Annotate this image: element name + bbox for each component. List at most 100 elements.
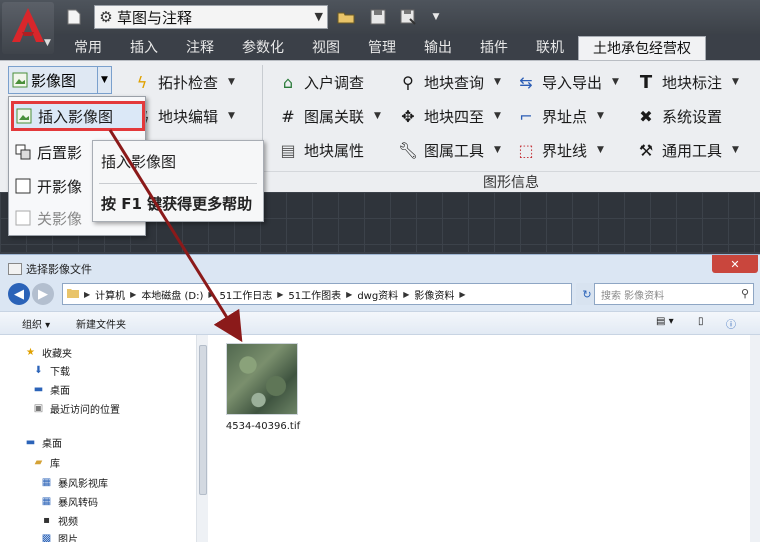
crumb[interactable]: 影像资料 <box>414 287 454 302</box>
search-input[interactable]: 搜索 影像资料 ⚲ <box>594 283 754 305</box>
desktop-icon: ▬ <box>33 384 44 395</box>
library-icon: ▰ <box>34 457 43 468</box>
nav-label: 下载 <box>50 367 70 378</box>
tab-annotate[interactable]: 注释 <box>172 36 228 60</box>
view-options-icon[interactable]: ▤ ▾ <box>656 316 674 327</box>
boundary-point-label: 界址点 <box>542 107 588 126</box>
menu-item-send-back[interactable]: 后置影 <box>13 137 82 167</box>
open-icon[interactable] <box>336 7 356 27</box>
parcel-query-button[interactable]: ⚲ 地块查询 ▼ <box>398 69 501 95</box>
nav-recent[interactable]: ▣ 最近访问的位置 <box>32 401 120 416</box>
saveas-icon[interactable] <box>398 7 418 27</box>
chevron-down-icon: ▼ <box>732 145 739 155</box>
common-tools-button[interactable]: ⚒ 通用工具 ▼ <box>636 137 739 163</box>
insert-image-icon <box>14 106 34 126</box>
window-icon <box>8 263 22 275</box>
tab-home[interactable]: 常用 <box>60 36 116 60</box>
hammer-wrench-icon: ⚒ <box>638 140 654 160</box>
file-dialog: 选择影像文件 ✕ ◀ ▶ ▶ 计算机 ▶ 本地磁盘 (D:) ▶ 51工作日志 … <box>0 254 760 542</box>
crumb[interactable]: dwg资料 <box>357 287 398 302</box>
parcel-bounds-button[interactable]: ✥ 地块四至 ▼ <box>398 103 501 129</box>
nav-lib-item[interactable]: ▩ 图片 <box>40 531 78 542</box>
workspace-select[interactable]: ⚙ 草图与注释 ▼ <box>94 5 328 29</box>
image-split-button[interactable]: 影像图 ▼ <box>8 66 112 94</box>
boundary-point-button[interactable]: ⌐ 界址点 ▼ <box>516 103 604 129</box>
chevron-down-icon: ▼ <box>597 145 604 155</box>
crumb[interactable]: 51工作图表 <box>288 287 341 302</box>
forward-button[interactable]: ▶ <box>32 283 54 305</box>
chevron-down-icon: ▼ <box>228 111 235 121</box>
close-button[interactable]: ✕ <box>712 255 758 273</box>
nav-lib-item[interactable]: ▦ 暴风影视库 <box>40 475 108 490</box>
tab-plugins[interactable]: 插件 <box>466 36 522 60</box>
back-button[interactable]: ◀ <box>8 283 30 305</box>
tab-view[interactable]: 视图 <box>298 36 354 60</box>
menu-item-insert-image[interactable]: 插入影像图 <box>11 101 145 131</box>
new-icon[interactable] <box>64 7 84 27</box>
attr-link-label: 图属关联 <box>304 107 365 126</box>
cad-window: ▼ ⚙ 草图与注释 ▼ ▼ 常用 插入 注释 参数化 视图 管理 输出 插件 联… <box>0 0 760 252</box>
boundary-point-icon: ⌐ <box>519 106 533 126</box>
help-icon[interactable]: ⓘ <box>726 316 736 331</box>
menu-item-open-image[interactable]: 开影像 <box>13 171 82 201</box>
boundary-line-button[interactable]: ⬚ 界址线 ▼ <box>516 137 604 163</box>
parcel-attr-label: 地块属性 <box>304 141 365 160</box>
chevron-down-icon: ▼ <box>494 145 501 155</box>
content-scrollbar[interactable] <box>750 335 760 542</box>
topology-check-button[interactable]: ϟ 拓扑检查 ▼ <box>132 69 235 95</box>
application-button[interactable]: ▼ <box>2 2 54 54</box>
chevron-down-icon: ▼ <box>228 77 235 87</box>
crumb[interactable]: 本地磁盘 (D:) <box>141 287 203 302</box>
tab-land-contract[interactable]: 土地承包经营权 <box>578 36 706 60</box>
crumb[interactable]: 计算机 <box>95 287 125 302</box>
nav-label: 暴风影视库 <box>58 479 108 490</box>
nav-desktop[interactable]: ▬ 桌面 <box>24 435 62 450</box>
nav-lib-item[interactable]: ▪ 视频 <box>40 513 78 528</box>
tab-manage[interactable]: 管理 <box>354 36 410 60</box>
star-icon: ★ <box>26 347 35 358</box>
nav-label: 桌面 <box>50 386 70 397</box>
file-name: 4534-40396.tif <box>225 421 301 432</box>
common-tools-label: 通用工具 <box>662 141 723 160</box>
parcel-label-button[interactable]: T 地块标注 ▼ <box>636 69 739 95</box>
attr-tools-button[interactable]: 🔧︎ 图属工具 ▼ <box>398 137 501 163</box>
address-bar[interactable]: ▶ 计算机 ▶ 本地磁盘 (D:) ▶ 51工作日志 ▶ 51工作图表 ▶ dw… <box>62 283 572 305</box>
recent-places-icon: ▣ <box>33 403 44 414</box>
text-t-icon: T <box>639 71 653 93</box>
parcel-attr-button[interactable]: ▤ 地块属性 <box>278 137 364 163</box>
ribbon-group-label: 图形信息 <box>262 171 760 193</box>
dropdown-icon[interactable]: ▼ <box>426 7 446 27</box>
nav-desktop-fav[interactable]: ▬ 桌面 <box>32 382 70 397</box>
crumb[interactable]: 51工作日志 <box>220 287 273 302</box>
system-settings-button[interactable]: ✖ 系统设置 <box>636 103 722 129</box>
transcode-icon: ▦ <box>41 496 52 507</box>
video-icon: ▪ <box>43 515 50 526</box>
nav-lib-item[interactable]: ▦ 暴风转码 <box>40 494 98 509</box>
new-folder-button[interactable]: 新建文件夹 <box>76 316 126 331</box>
dialog-toolbar: 组织 ▾ 新建文件夹 ▤ ▾ ▯ ⓘ <box>0 311 760 335</box>
tab-insert[interactable]: 插入 <box>116 36 172 60</box>
organize-button[interactable]: 组织 ▾ <box>22 316 50 331</box>
desktop-icon: ▬ <box>25 437 36 448</box>
save-icon[interactable] <box>368 7 388 27</box>
chevron-down-icon: ▼ <box>597 111 604 121</box>
tab-output[interactable]: 输出 <box>410 36 466 60</box>
nav-downloads[interactable]: ⬇ 下载 <box>32 363 70 378</box>
tab-online[interactable]: 联机 <box>522 36 578 60</box>
household-survey-button[interactable]: ⌂ 入户调查 <box>278 69 364 95</box>
import-export-button[interactable]: ⇆ 导入导出 ▼ <box>516 69 619 95</box>
parcel-edit-button[interactable]: ㄢ 地块编辑 ▼ <box>132 103 235 129</box>
chevron-down-icon[interactable]: ▼ <box>97 67 111 93</box>
workspace-label: 草图与注释 <box>117 8 193 27</box>
chevron-right-icon: ▶ <box>346 289 353 299</box>
nav-library[interactable]: ▰ 库 <box>32 455 60 470</box>
nav-scrollbar[interactable] <box>196 335 208 542</box>
close-image-icon <box>13 208 33 228</box>
preview-pane-icon[interactable]: ▯ <box>698 316 704 327</box>
menu-item-close-image[interactable]: 关影像 <box>13 203 82 233</box>
tab-parametric[interactable]: 参数化 <box>228 36 298 60</box>
scroll-thumb[interactable] <box>199 345 207 495</box>
parcel-attr-icon: ▤ <box>280 140 296 160</box>
attr-link-button[interactable]: # 图属关联 ▼ <box>278 103 381 129</box>
nav-favorites[interactable]: ★ 收藏夹 <box>24 345 72 360</box>
